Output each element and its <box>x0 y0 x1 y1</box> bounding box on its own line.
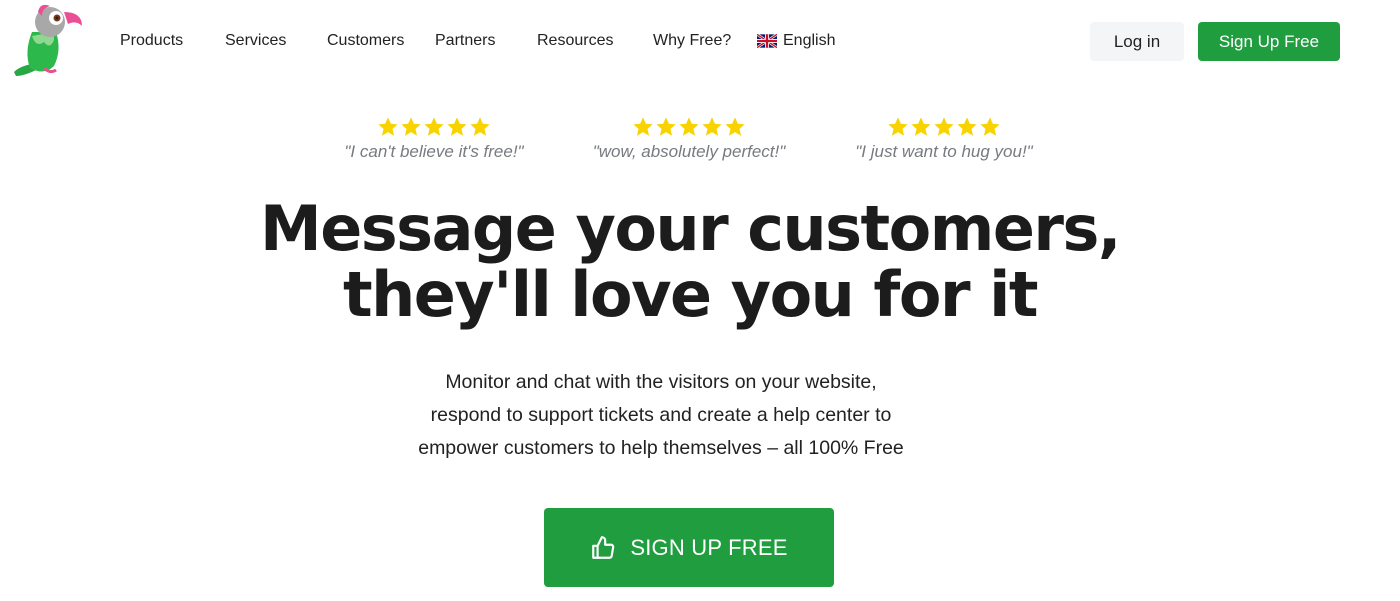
star-icon <box>424 117 444 136</box>
description-line-2: respond to support tickets and create a … <box>430 404 892 426</box>
language-label: English <box>783 32 836 49</box>
star-icon <box>980 117 1000 136</box>
star-rating <box>569 116 809 138</box>
review-1: "I can't believe it's free!" <box>314 116 554 162</box>
nav-partners[interactable]: Partners <box>435 31 495 51</box>
parrot-logo[interactable] <box>10 2 86 80</box>
description-line-3: empower customers to help themselves – a… <box>418 437 904 459</box>
star-rating <box>314 116 554 138</box>
star-icon <box>911 117 931 136</box>
star-icon <box>470 117 490 136</box>
site-header: Products Services Customers Partners Res… <box>0 0 1400 84</box>
uk-flag-icon <box>757 34 777 48</box>
star-icon <box>934 117 954 136</box>
signup-cta-button[interactable]: SIGN UP FREE <box>544 508 834 587</box>
star-icon <box>725 117 745 136</box>
thumbs-up-icon <box>592 535 615 559</box>
hero-description: Monitor and chat with the visitors on yo… <box>0 366 1322 465</box>
nav-products[interactable]: Products <box>120 31 183 51</box>
description-line-1: Monitor and chat with the visitors on yo… <box>445 371 877 393</box>
star-icon <box>679 117 699 136</box>
nav-customers[interactable]: Customers <box>327 31 404 51</box>
language-selector[interactable]: English <box>757 31 835 51</box>
login-button[interactable]: Log in <box>1090 22 1184 61</box>
review-quote: "I just want to hug you!" <box>855 142 1033 161</box>
star-icon <box>447 117 467 136</box>
nav-resources[interactable]: Resources <box>537 31 613 51</box>
star-icon <box>656 117 676 136</box>
review-quote: "I can't believe it's free!" <box>344 142 524 161</box>
review-quote: "wow, absolutely perfect!" <box>592 142 786 161</box>
nav-services[interactable]: Services <box>225 31 286 51</box>
headline-line-1: Message your customers, <box>260 192 1121 265</box>
headline-line-2: they'll love you for it <box>342 258 1039 331</box>
star-icon <box>633 117 653 136</box>
signup-button-header[interactable]: Sign Up Free <box>1198 22 1340 61</box>
star-icon <box>378 117 398 136</box>
hero-headline: Message your customers, they'll love you… <box>0 196 1380 328</box>
review-2: "wow, absolutely perfect!" <box>569 116 809 162</box>
cta-label: SIGN UP FREE <box>630 534 788 560</box>
star-icon <box>888 117 908 136</box>
review-3: "I just want to hug you!" <box>824 116 1064 162</box>
star-icon <box>401 117 421 136</box>
star-rating <box>824 116 1064 138</box>
star-icon <box>957 117 977 136</box>
star-icon <box>702 117 722 136</box>
nav-why-free[interactable]: Why Free? <box>653 31 731 51</box>
